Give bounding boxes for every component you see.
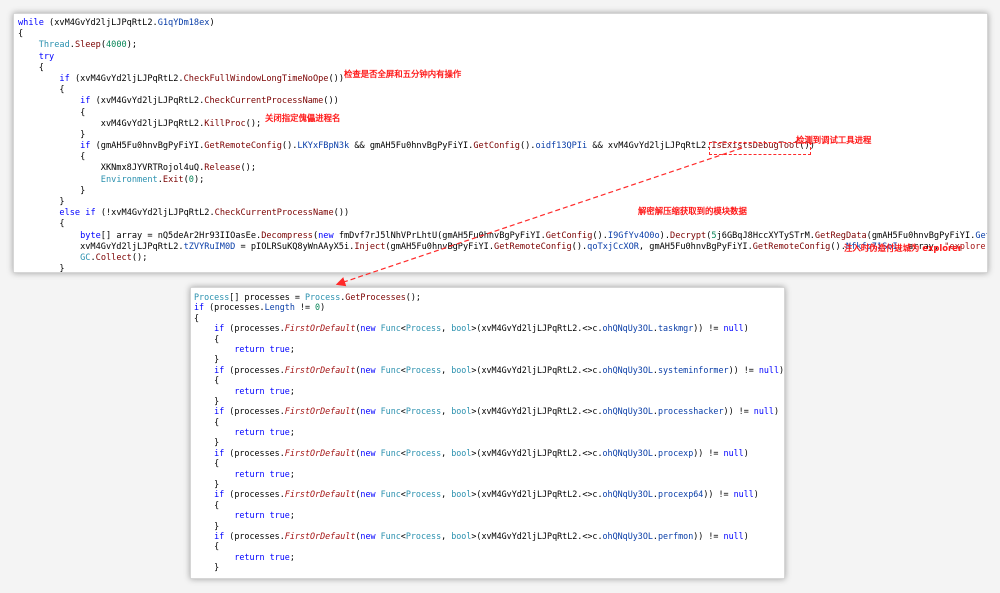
code-line-7: { [18, 85, 65, 96]
code-bottom-line-10: return true; [234, 385, 295, 396]
code-bottom-line-20: if (processes.FirstOrDefault(new Func<Pr… [214, 489, 759, 500]
code-line-16: } [18, 185, 86, 196]
code-bottom-line-24: if (processes.FirstOrDefault(new Func<Pr… [214, 530, 749, 541]
code-bottom-line-25: { [194, 541, 220, 552]
code-line-18: else if (!xvM4GvYd2ljLJPqRtL2.CheckCurre… [59, 208, 350, 219]
code-bottom-line-15: } [194, 437, 220, 448]
code-bottom-line-26: return true; [234, 551, 295, 562]
code-bottom-line-1: Process[] processes = Process.GetProcess… [194, 292, 421, 302]
code-line-21: xvM4GvYd2ljLJPqRtL2.tZVYRuIM0D = pIOLRSu… [18, 241, 987, 252]
annotation-kill-proc: 关闭指定傀儡进程名 [265, 113, 341, 123]
code-bottom-line-18: return true; [234, 468, 295, 479]
decompiled-code-panel-main: while (xvM4GvYd2ljLJPqRtL2.G1qYDm18ex){ … [13, 13, 988, 273]
code-line-9: { [18, 107, 86, 118]
code-bottom-line-3: { [194, 312, 200, 323]
code-bottom-line-14: return true; [234, 427, 295, 438]
code-line-15: Environment.Exit(0); [100, 174, 205, 185]
code-line-3: Thread.Sleep(4000); [38, 40, 138, 51]
code-bottom-line-17: { [194, 458, 220, 469]
code-bottom-line-8: if (processes.FirstOrDefault(new Func<Pr… [214, 364, 785, 375]
code-bottom-line-6: return true; [234, 343, 295, 354]
code-bottom-line-27: } [194, 562, 220, 573]
code-line-6: if (xvM4GvYd2ljLJPqRtL2.CheckFullWindowL… [59, 73, 344, 84]
annotation-inject: 注入时伪造付进城为 explorer [844, 243, 962, 253]
code-line-2: { [18, 29, 24, 40]
code-bottom-line-4: if (processes.FirstOrDefault(new Func<Pr… [214, 323, 749, 334]
code-line-1: while (xvM4GvYd2ljLJPqRtL2.G1qYDm18ex) [18, 18, 215, 28]
code-line-8: if (xvM4GvYd2ljLJPqRtL2.CheckCurrentProc… [80, 96, 339, 107]
code-bottom-line-23: } [194, 520, 220, 531]
code-bottom-line-12: if (processes.FirstOrDefault(new Func<Pr… [214, 406, 780, 417]
code-bottom-line-16: if (processes.FirstOrDefault(new Func<Pr… [214, 447, 749, 458]
code-bottom-line-22: return true; [234, 510, 295, 521]
annotation-decompress: 解密解压缩获取到的模块数据 [638, 206, 747, 216]
code-bottom-line-21: { [194, 499, 220, 510]
code-bottom-line-2: if (processes.Length != 0) [194, 302, 326, 313]
code-bottom-line-5: { [194, 333, 220, 344]
decompiled-code-panel-debug-check: Process[] processes = Process.GetProcess… [190, 287, 785, 579]
code-line-5: { [18, 62, 44, 73]
code-bottom-line-11: } [194, 395, 220, 406]
code-line-10: xvM4GvYd2ljLJPqRtL2.KillProc(); [18, 118, 262, 129]
code-bottom-line-13: { [194, 416, 220, 427]
code-line-4: try [38, 51, 55, 62]
code-line-13: { [18, 152, 86, 163]
annotation-debug-tool: 检测到调试工具进程 [796, 135, 872, 145]
annotation-full-screen-check: 检查是否全屏和五分钟内有操作 [344, 69, 462, 79]
code-line-20: byte[] array = nQ5deAr2Hr93IIOasEe.Decom… [80, 230, 987, 241]
code-line-22: GC.Collect(); [80, 252, 148, 263]
code-line-14: XKNmx8JYVRTRojol4uQ.Release(); [18, 163, 257, 174]
code-block-process-check: Process[] processes = Process.GetProcess… [191, 288, 784, 578]
code-bottom-line-19: } [194, 479, 220, 490]
code-bottom-line-7: } [194, 354, 220, 365]
code-line-19: { [18, 219, 65, 230]
code-line-23: } [18, 264, 65, 273]
code-line-17: } [18, 197, 65, 207]
code-bottom-line-9: { [194, 375, 220, 386]
